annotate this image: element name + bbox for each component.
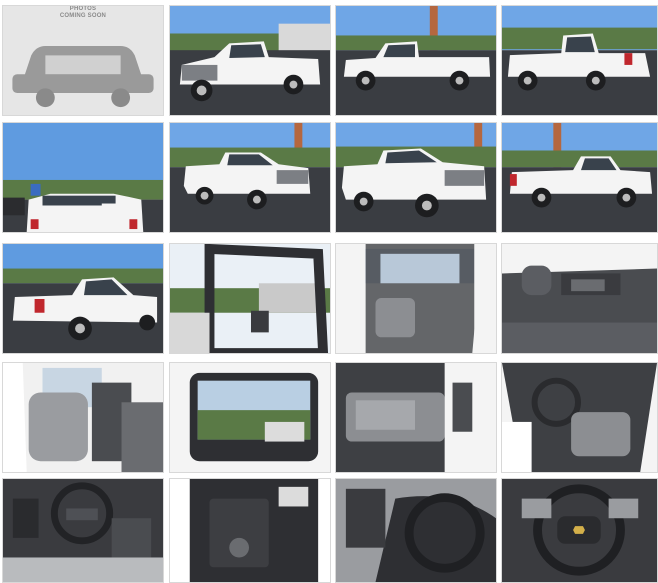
placeholder-line1: PHOTOS (69, 6, 97, 12)
placeholder-line2: COMING SOON (59, 13, 107, 19)
truck-photo-dashboard[interactable] (335, 243, 497, 354)
car-icon (12, 45, 154, 108)
truck-photo-front-right-close[interactable] (335, 122, 497, 233)
truck-photo-side-left[interactable] (335, 5, 497, 116)
truck-photo-rear-lot[interactable] (2, 122, 164, 233)
truck-photo-steering-close[interactable] (335, 478, 497, 583)
truck-photo-rear-right[interactable] (501, 122, 658, 233)
photo-placeholder[interactable]: PHOTOS COMING SOON (2, 5, 164, 116)
truck-photo-console-controls[interactable] (2, 478, 164, 583)
photo-gallery: PHOTOS COMING SOON (2, 5, 658, 583)
truck-photo-seats-side[interactable] (501, 243, 658, 354)
truck-photo-rear-left[interactable] (501, 5, 658, 116)
truck-photo-steering-column[interactable] (169, 478, 331, 583)
truck-photo-cabin-seat[interactable] (335, 362, 497, 473)
truck-photo-door-window[interactable] (2, 362, 164, 473)
truck-photo-interior-seat[interactable] (169, 243, 331, 354)
truck-photo-door-panel[interactable] (169, 362, 331, 473)
truck-photo-dash-steering[interactable] (501, 362, 658, 473)
truck-photo-front-left[interactable] (169, 5, 331, 116)
truck-photo-front-right[interactable] (169, 122, 331, 233)
truck-photo-door-open[interactable] (2, 243, 164, 354)
truck-photo-steering-wheel[interactable] (501, 478, 658, 583)
